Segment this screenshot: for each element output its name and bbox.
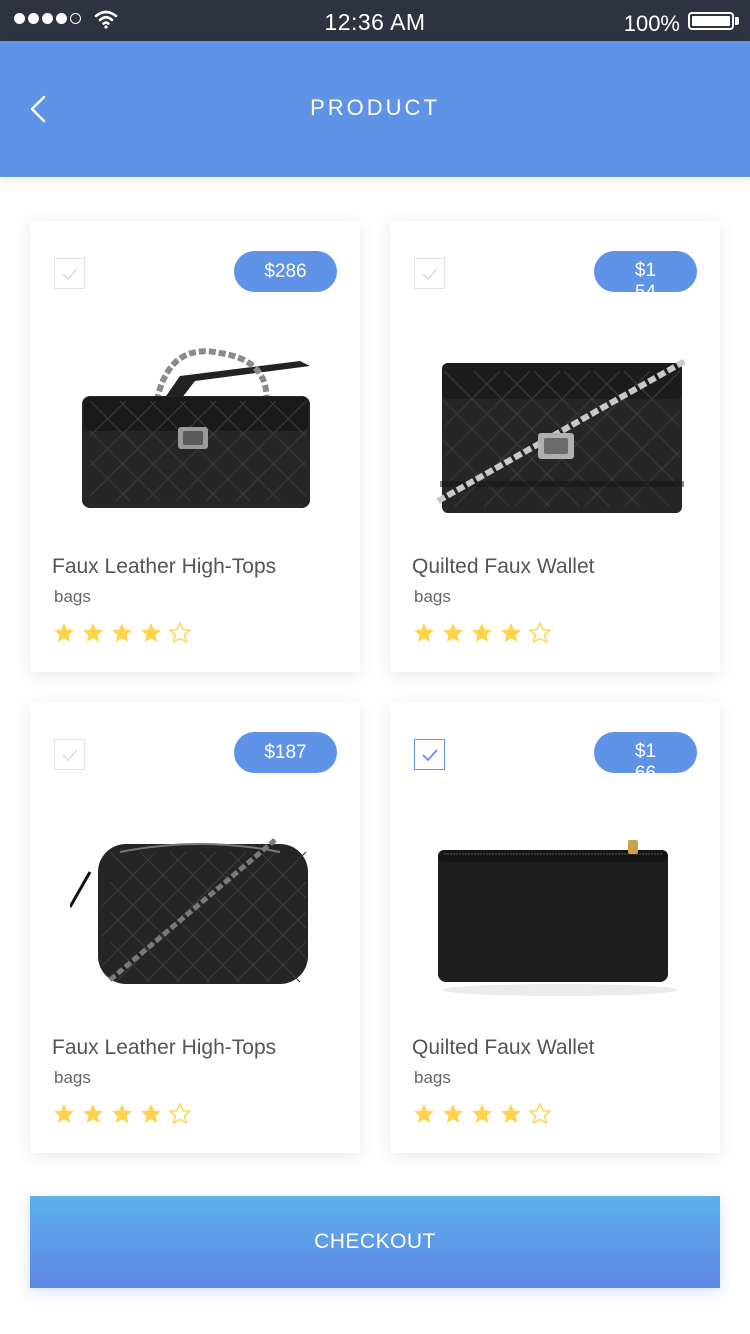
check-icon — [61, 267, 78, 280]
star-filled-icon — [54, 623, 74, 642]
price-badge[interactable]: $166 — [594, 732, 697, 773]
star-filled-icon — [141, 623, 161, 642]
status-bar: 12:36 AM 100% — [0, 0, 750, 41]
check-icon — [421, 748, 438, 761]
select-checkbox[interactable] — [414, 258, 445, 289]
star-filled-icon — [54, 1104, 74, 1123]
product-card[interactable]: $154 Quilted Faux Wallet bags — [390, 221, 720, 672]
star-rating — [412, 1102, 552, 1126]
star-filled-icon — [141, 1104, 161, 1123]
star-filled-icon — [501, 1104, 521, 1123]
star-rating — [52, 1102, 192, 1126]
product-card[interactable]: $187 Faux Leather High-Tops bags — [30, 702, 360, 1153]
star-filled-icon — [472, 1104, 492, 1123]
battery-icon — [688, 12, 734, 30]
zip-wallet-image — [438, 840, 678, 996]
product-name: Quilted Faux Wallet — [412, 555, 595, 578]
product-category: bags — [414, 587, 451, 606]
check-icon — [421, 267, 438, 280]
product-category: bags — [414, 1068, 451, 1087]
star-filled-icon — [414, 1104, 434, 1123]
header-bar: PRODUCT — [0, 41, 750, 177]
price-badge[interactable]: $187 — [234, 732, 337, 773]
check-icon — [61, 748, 78, 761]
star-filled-icon — [83, 623, 103, 642]
product-name: Faux Leather High-Tops — [52, 1036, 277, 1059]
battery-percent: 100% — [623, 11, 680, 36]
price-badge[interactable]: $154 — [594, 251, 697, 292]
select-checkbox[interactable] — [414, 739, 445, 770]
star-rating — [52, 621, 192, 645]
star-filled-icon — [443, 1104, 463, 1123]
star-empty-icon — [168, 1102, 192, 1125]
product-card[interactable]: $166 Quilted Faux Wallet bags — [390, 702, 720, 1153]
product-name: Quilted Faux Wallet — [412, 1036, 595, 1059]
select-checkbox[interactable] — [54, 258, 85, 289]
star-empty-icon — [528, 1102, 552, 1125]
product-category: bags — [54, 1068, 91, 1087]
star-filled-icon — [414, 623, 434, 642]
checkout-button[interactable]: CHECKOUT — [30, 1196, 720, 1288]
star-filled-icon — [112, 1104, 132, 1123]
star-filled-icon — [472, 623, 492, 642]
product-name: Faux Leather High-Tops — [52, 555, 277, 578]
battery-cap — [735, 17, 739, 25]
quilted-camera-bag-image — [70, 838, 308, 984]
star-filled-icon — [83, 1104, 103, 1123]
star-empty-icon — [528, 621, 552, 644]
price-badge[interactable]: $286 — [234, 251, 337, 292]
quilted-chain-shoulder-bag-image — [82, 348, 310, 508]
star-filled-icon — [501, 623, 521, 642]
star-filled-icon — [112, 623, 132, 642]
product-card[interactable]: $286 Faux Leather High-Tops bags — [30, 221, 360, 672]
star-filled-icon — [443, 623, 463, 642]
select-checkbox[interactable] — [54, 739, 85, 770]
quilted-chain-wallet-image — [436, 358, 687, 513]
star-rating — [412, 621, 552, 645]
page-title: PRODUCT — [310, 95, 440, 120]
star-empty-icon — [168, 621, 192, 644]
product-category: bags — [54, 587, 91, 606]
